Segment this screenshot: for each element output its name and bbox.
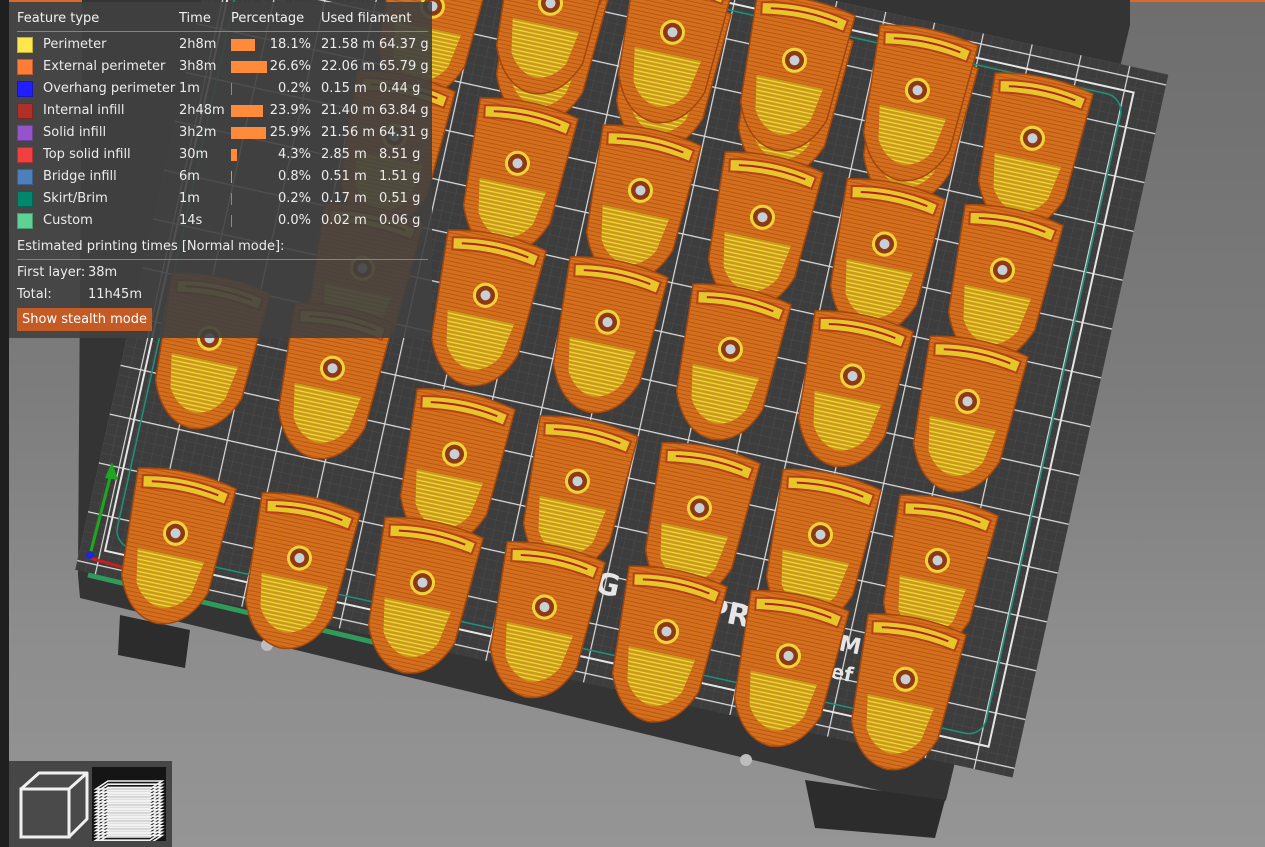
feature-weight: 0.44 g (379, 81, 421, 96)
estimated-times-title: Estimated printing times [Normal mode]: (17, 239, 285, 254)
header-percentage: Percentage (231, 11, 305, 26)
feature-length: 21.56 m (321, 125, 376, 140)
feature-name: Top solid infill (43, 147, 131, 162)
3d-view-button[interactable] (17, 767, 91, 841)
feature-weight: 1.51 g (379, 169, 421, 184)
feature-length: 2.85 m (321, 147, 367, 162)
legend-row-internal-infill: Internal infill 2h48m 23.9% 21.40 m 63.8… (9, 100, 432, 122)
header-used-filament: Used filament (321, 11, 412, 26)
feature-weight: 0.06 g (379, 213, 421, 228)
feature-length: 0.02 m (321, 213, 367, 228)
color-swatch (17, 37, 33, 53)
feature-weight: 64.37 g (379, 37, 429, 52)
feature-time: 2h8m (179, 37, 217, 52)
feature-length: 21.58 m (321, 37, 376, 52)
feature-percent: 0.8% (277, 169, 311, 184)
legend-row-solid-infill: Solid infill 3h2m 25.9% 21.56 m 64.31 g (9, 122, 432, 144)
color-swatch (17, 191, 33, 207)
total-label: Total: (17, 287, 52, 302)
feature-time: 3h2m (179, 125, 217, 140)
feature-name: Solid infill (43, 125, 107, 140)
feature-time: 3h8m (179, 59, 217, 74)
legend-row-external-perimeter: External perimeter 3h8m 26.6% 22.06 m 65… (9, 56, 432, 78)
percentage-bar (231, 83, 232, 95)
feature-weight: 8.51 g (379, 147, 421, 162)
color-swatch (17, 125, 33, 141)
feature-percent: 25.9% (269, 125, 311, 140)
legend-row-perimeter: Perimeter 2h8m 18.1% 21.58 m 64.37 g (9, 34, 432, 56)
3d-viewport[interactable]: RIG PRU MI sef P Feature type Time Perce… (0, 0, 1265, 847)
cube-icon (19, 771, 89, 839)
percentage-bar (231, 193, 232, 205)
feature-percent: 0.2% (277, 191, 311, 206)
legend-row-bridge-infill: Bridge infill 6m 0.8% 0.51 m 1.51 g (9, 166, 432, 188)
feature-length: 0.15 m (321, 81, 367, 96)
first-layer-row: First layer: 38m (9, 262, 432, 284)
preview-button[interactable] (92, 767, 166, 845)
color-swatch (17, 147, 33, 163)
feature-percent: 0.0% (277, 213, 311, 228)
feature-name: Perimeter (43, 37, 107, 52)
feature-percent: 18.1% (269, 37, 311, 52)
legend-row-skirt-brim: Skirt/Brim 1m 0.2% 0.17 m 0.51 g (9, 188, 432, 210)
total-value: 11h45m (88, 287, 142, 302)
percentage-bar (231, 215, 232, 227)
legend-row-overhang-perimeter: Overhang perimeter 1m 0.2% 0.15 m 0.44 g (9, 78, 432, 100)
feature-weight: 65.79 g (379, 59, 429, 74)
first-layer-value: 38m (88, 265, 118, 280)
feature-time: 1m (179, 191, 200, 206)
feature-weight: 64.31 g (379, 125, 429, 140)
header-separator (17, 31, 428, 32)
color-swatch (17, 213, 33, 229)
show-stealth-mode-button[interactable]: Show stealth mode (17, 308, 152, 331)
feature-name: Custom (43, 213, 93, 228)
layers-icon (93, 780, 165, 845)
legend-panel: Feature type Time Percentage Used filame… (9, 2, 432, 338)
legend-header: Feature type Time Percentage Used filame… (9, 8, 432, 30)
percentage-bar (231, 171, 232, 183)
feature-length: 22.06 m (321, 59, 376, 74)
percentage-bar (231, 149, 237, 161)
feature-percent: 23.9% (269, 103, 311, 118)
feature-name: External perimeter (43, 59, 166, 74)
color-swatch (17, 81, 33, 97)
feature-time: 2h48m (179, 103, 225, 118)
header-feature-type: Feature type (17, 11, 100, 26)
color-swatch (17, 59, 33, 75)
view-toolbar (9, 761, 172, 847)
feature-weight: 0.51 g (379, 191, 421, 206)
feature-weight: 63.84 g (379, 103, 429, 118)
total-row: Total: 11h45m (9, 284, 432, 306)
feature-time: 6m (179, 169, 200, 184)
feature-percent: 0.2% (277, 81, 311, 96)
feature-name: Bridge infill (43, 169, 117, 184)
feature-name: Skirt/Brim (43, 191, 108, 206)
feature-name: Internal infill (43, 103, 125, 118)
feature-length: 0.51 m (321, 169, 367, 184)
legend-row-custom: Custom 14s 0.0% 0.02 m 0.06 g (9, 210, 432, 232)
color-swatch (17, 169, 33, 185)
feature-time: 30m (179, 147, 209, 162)
header-time: Time (179, 11, 211, 26)
color-swatch (17, 103, 33, 119)
feature-length: 0.17 m (321, 191, 367, 206)
first-layer-label: First layer: (17, 265, 86, 280)
feature-name: Overhang perimeter (43, 81, 176, 96)
percentage-bar (231, 39, 255, 51)
left-edge (0, 0, 9, 847)
feature-percent: 4.3% (277, 147, 311, 162)
feature-length: 21.40 m (321, 103, 376, 118)
feature-percent: 26.6% (269, 59, 311, 74)
legend-row-top-solid-infill: Top solid infill 30m 4.3% 2.85 m 8.51 g (9, 144, 432, 166)
estimated-separator (17, 259, 428, 260)
feature-time: 14s (179, 213, 203, 228)
feature-time: 1m (179, 81, 200, 96)
estimated-times-title-row: Estimated printing times [Normal mode]: (9, 236, 432, 258)
